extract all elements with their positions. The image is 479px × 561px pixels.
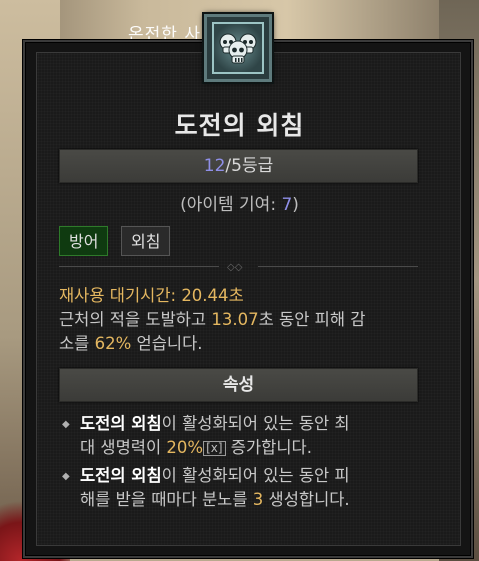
property-1: 도전의 외침이 활성화되어 있는 동안 최 대 생명력이 20% [x] 증가합니… xyxy=(80,412,420,460)
tag-defense: 방어 xyxy=(59,226,109,256)
skill-title: 도전의 외침 xyxy=(174,111,305,140)
desc-part: 얻습니다. xyxy=(131,334,203,353)
skill-rank-bar: 12/5등급 xyxy=(59,149,418,183)
multiplier-icon: [x] xyxy=(203,441,226,456)
property-text: 생성합니다. xyxy=(263,490,350,509)
property-2: 도전의 외침이 활성화되어 있는 동안 피 해를 받을 때마다 분노를 3 생성… xyxy=(80,464,420,512)
cooldown-line: 재사용 대기시간: 20.44초 xyxy=(59,284,424,308)
bullet-icon: ◆ xyxy=(62,471,70,482)
property-value: 20% xyxy=(166,438,204,457)
property-text: 이 활성화되어 있는 동안 피 xyxy=(161,466,350,485)
skull-cluster-icon xyxy=(212,22,264,74)
property-text: 이 활성화되어 있는 동안 최 xyxy=(161,414,350,433)
properties-header: 속성 xyxy=(59,368,418,402)
cooldown-label: 재사용 대기시간: xyxy=(59,286,182,305)
skill-rank-max: /5등급 xyxy=(225,156,274,176)
tag-shout: 외침 xyxy=(121,226,171,256)
desc-percent: 62% xyxy=(94,334,132,353)
bullet-icon: ◆ xyxy=(62,419,70,430)
property-text: 증가합니다. xyxy=(225,438,312,457)
desc-part: 근처의 적을 도발하고 xyxy=(59,310,212,329)
item-contribution-label: (아이템 기여: xyxy=(180,195,282,215)
item-contribution: (아이템 기여: 7) xyxy=(0,190,479,215)
property-skill-name: 도전의 외침 xyxy=(80,466,162,485)
skill-emblem xyxy=(204,14,272,82)
desc-part: 초 동안 피해 감 xyxy=(258,310,366,329)
property-text: 대 생명력이 xyxy=(80,438,167,457)
skill-rank-current: 12 xyxy=(203,156,226,176)
cooldown-unit: 초 xyxy=(228,286,244,305)
property-value: 3 xyxy=(252,490,264,509)
skill-description: 근처의 적을 도발하고 13.07초 동안 피해 감 소를 62% 얻습니다. xyxy=(59,308,424,356)
divider-ornament-icon: ◇◇ xyxy=(227,262,243,273)
section-divider: ◇◇ xyxy=(59,262,418,273)
desc-duration: 13.07 xyxy=(211,310,259,329)
desc-part: 소를 xyxy=(59,334,95,353)
item-contribution-close: ) xyxy=(292,195,299,215)
cooldown-value: 20.44 xyxy=(181,286,229,305)
property-text: 해를 받을 때마다 분노를 xyxy=(80,490,253,509)
item-contribution-value: 7 xyxy=(281,195,293,215)
property-skill-name: 도전의 외침 xyxy=(80,414,162,433)
